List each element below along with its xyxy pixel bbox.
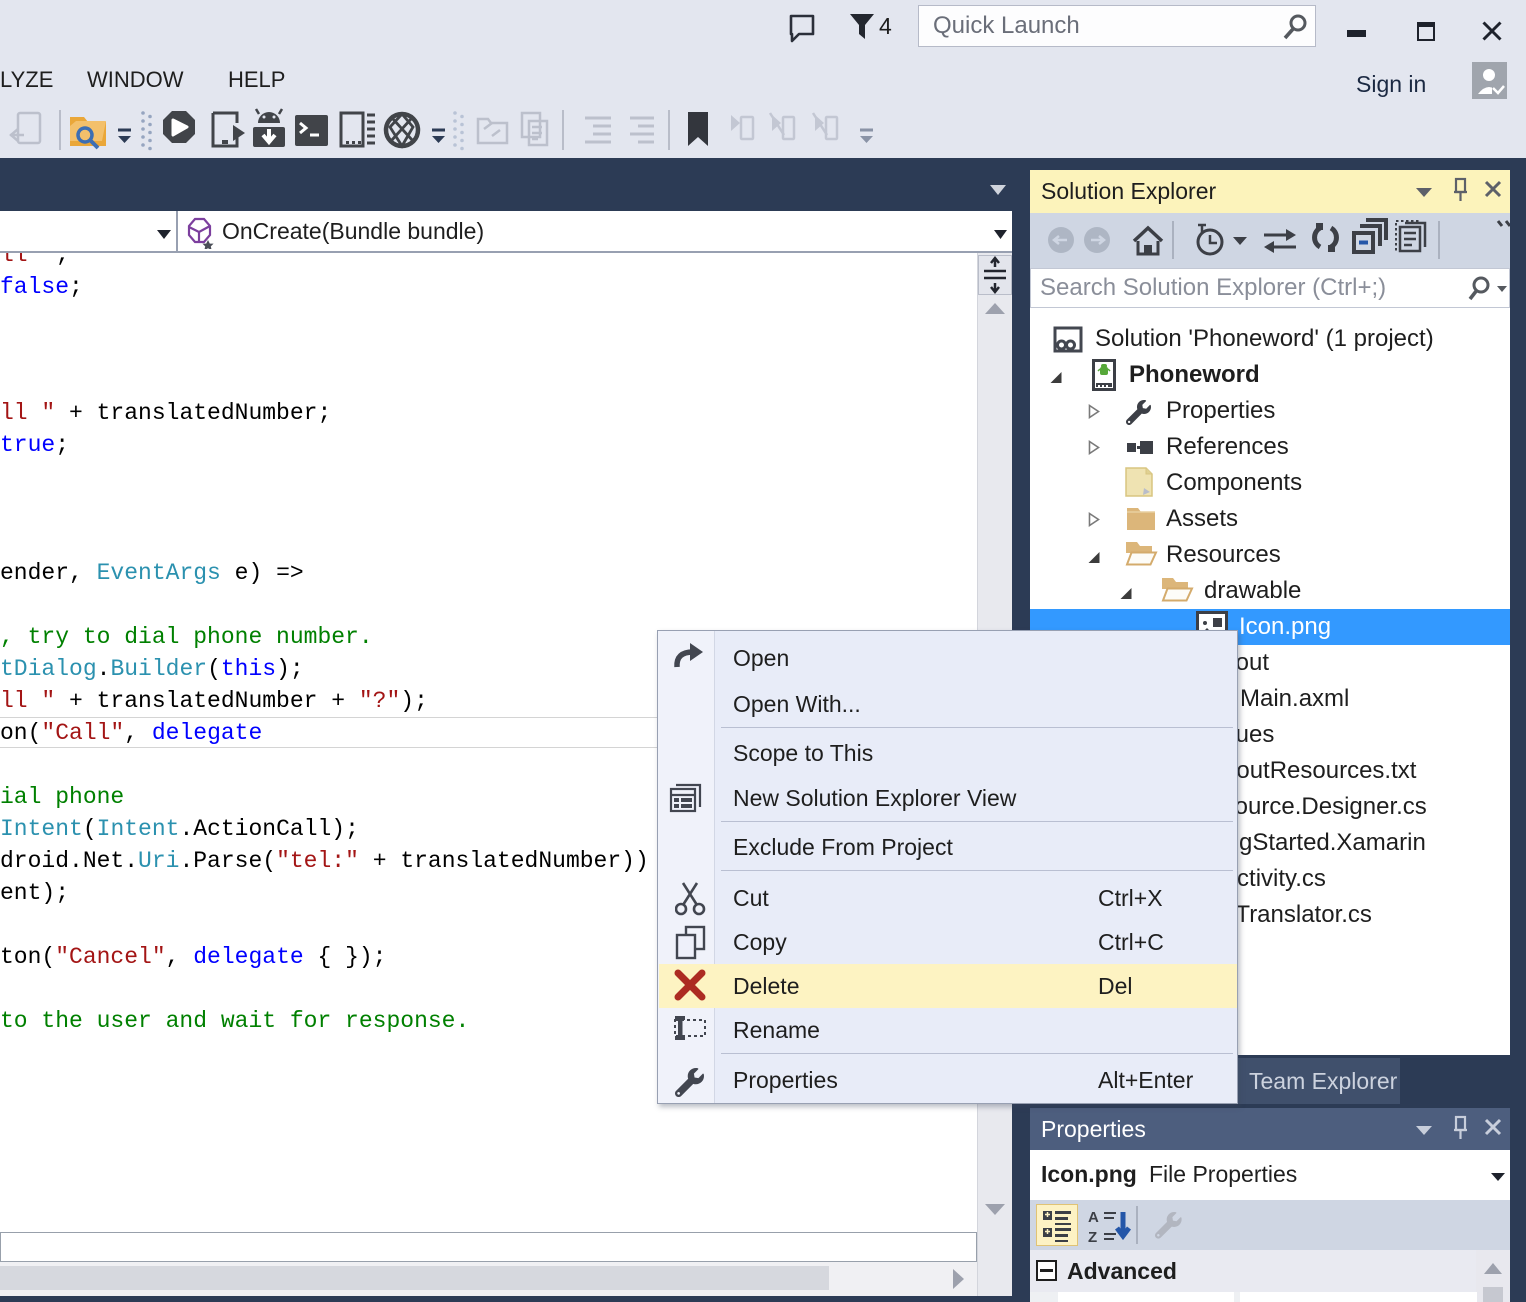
svg-text:A: A [1088, 1209, 1099, 1226]
svg-text:Z: Z [1088, 1229, 1097, 1246]
